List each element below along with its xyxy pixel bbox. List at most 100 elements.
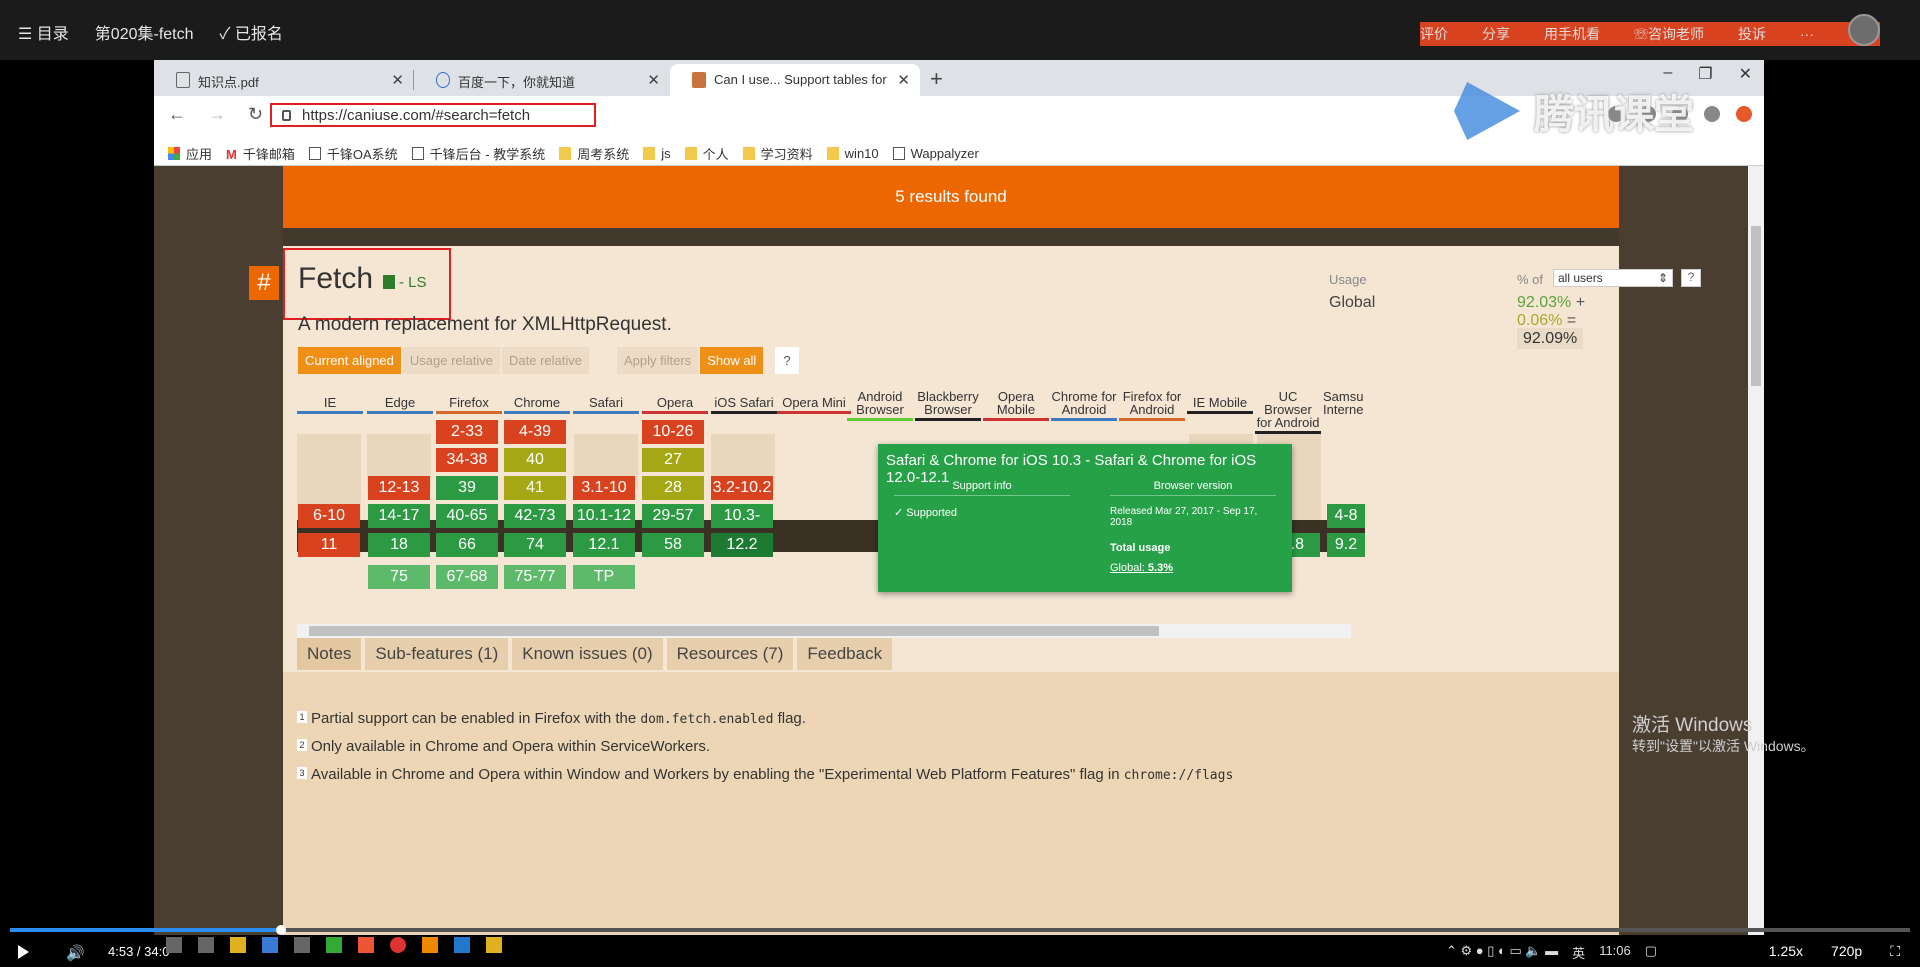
support-cell[interactable]: 75 xyxy=(368,565,430,589)
speed-button[interactable]: 1.25x xyxy=(1769,943,1803,960)
support-cell[interactable]: 41 xyxy=(504,476,566,500)
app-icon[interactable] xyxy=(326,937,342,953)
close-icon[interactable]: ✕ xyxy=(897,71,910,89)
app-icon[interactable] xyxy=(358,937,374,953)
bookmark[interactable]: 千锋OA系统 xyxy=(308,142,398,165)
support-cell[interactable]: 14-17 xyxy=(368,504,430,528)
browser-header: Opera xyxy=(642,396,708,414)
tab-feedback[interactable]: Feedback xyxy=(797,638,893,670)
back-icon[interactable]: ← xyxy=(168,104,186,125)
support-cell[interactable]: 9.2 xyxy=(1327,533,1365,557)
support-cell[interactable]: 40-65 xyxy=(436,504,498,528)
bookmark[interactable]: 千锋后台 - 教学系统 xyxy=(411,142,545,165)
support-cell[interactable]: 40 xyxy=(504,448,566,472)
tab-notes[interactable]: Notes xyxy=(297,638,362,670)
consult-teacher-button[interactable]: ☏咨询老师 xyxy=(1634,24,1704,44)
support-cell[interactable]: 10.1-12 xyxy=(573,504,635,528)
file-icon xyxy=(176,72,190,88)
app-icon[interactable] xyxy=(262,937,278,953)
support-cell[interactable]: 67-68 xyxy=(436,565,498,589)
support-cell[interactable]: 75-77 xyxy=(504,565,566,589)
support-cell[interactable]: 12.2 xyxy=(711,533,773,557)
support-cell[interactable]: TP xyxy=(573,565,635,589)
ime-indicator[interactable]: 英 xyxy=(1572,943,1585,962)
support-cell[interactable]: 39 xyxy=(436,476,498,500)
url-field[interactable]: https://caniuse.com/#search=fetch xyxy=(270,103,596,127)
bookmark[interactable]: 学习资料 xyxy=(742,142,813,165)
tab-resources[interactable]: Resources (7) xyxy=(666,638,794,670)
support-cell[interactable]: 2-33 xyxy=(436,420,498,444)
folder-icon[interactable] xyxy=(230,937,246,953)
support-cell[interactable]: 6-10 xyxy=(298,504,360,528)
support-cell[interactable]: 3.1-10 xyxy=(573,476,635,500)
app-icon[interactable] xyxy=(422,937,438,953)
new-tab-button[interactable]: + xyxy=(930,66,943,92)
share-button[interactable]: 分享 xyxy=(1482,24,1510,44)
bookmark[interactable]: Wappalyzer xyxy=(892,142,979,165)
apply-filters-button[interactable]: Apply filters xyxy=(616,347,699,374)
current-aligned-button[interactable]: Current aligned xyxy=(298,347,401,374)
support-cell[interactable]: 34-38 xyxy=(436,448,498,472)
browser-tab-active[interactable]: Can I use... Support tables for ✕ xyxy=(670,64,920,96)
support-cell[interactable]: 74 xyxy=(504,533,566,557)
support-cell[interactable]: 4-8 xyxy=(1327,504,1365,528)
support-cell[interactable]: 10.3-12.1 xyxy=(711,504,773,548)
browser-tab[interactable]: 知识点.pdf ✕ xyxy=(154,64,414,96)
date-relative-button[interactable]: Date relative xyxy=(502,347,589,374)
show-all-button[interactable]: Show all xyxy=(700,347,764,374)
filter-help-button[interactable]: ? xyxy=(775,347,799,374)
page-scrollbar[interactable] xyxy=(1748,166,1764,935)
support-cell[interactable]: 11 xyxy=(298,533,360,557)
notification-icon[interactable]: ▢ xyxy=(1645,943,1657,962)
support-cell[interactable]: 18 xyxy=(368,533,430,557)
play-icon[interactable] xyxy=(18,945,29,959)
vscode-icon[interactable] xyxy=(454,937,470,953)
quality-button[interactable]: 720p xyxy=(1831,943,1862,960)
close-icon[interactable]: ✕ xyxy=(647,71,660,89)
support-cell[interactable]: 42-73 xyxy=(504,504,566,528)
living-standard-badge[interactable]: - LS xyxy=(383,274,427,291)
usage-help-button[interactable]: ? xyxy=(1681,269,1701,287)
bookmark[interactable]: 个人 xyxy=(684,142,729,165)
catalog-button[interactable]: ☰ 目录 xyxy=(18,20,69,44)
bookmark[interactable]: js xyxy=(643,142,671,165)
progress-handle[interactable] xyxy=(276,925,286,935)
permalink-hash[interactable]: # xyxy=(249,266,279,300)
bookmark[interactable]: win10 xyxy=(826,142,879,165)
video-progress-bar[interactable] xyxy=(10,925,1910,935)
complain-button[interactable]: 投诉 xyxy=(1738,24,1766,44)
volume-icon[interactable]: 🔊 xyxy=(66,944,85,962)
support-cell[interactable]: 12.1 xyxy=(573,533,635,557)
support-cell[interactable]: 29-57 xyxy=(642,504,704,528)
support-cell[interactable]: 66 xyxy=(436,533,498,557)
usage-relative-button[interactable]: Usage relative xyxy=(402,347,500,374)
close-icon[interactable]: ✕ xyxy=(391,71,404,89)
avatar[interactable] xyxy=(1848,14,1880,46)
support-cell[interactable]: 27 xyxy=(642,448,704,472)
forward-icon[interactable]: → xyxy=(208,104,226,125)
support-cell[interactable]: 58 xyxy=(642,533,704,557)
support-cell[interactable]: 12-13 xyxy=(368,476,430,500)
fullscreen-icon[interactable]: ⛶ xyxy=(1890,943,1900,960)
users-select[interactable]: all users ⇕ xyxy=(1553,269,1673,287)
support-cell[interactable]: 3.2-10.2 xyxy=(711,476,773,500)
support-cell[interactable]: 10-26 xyxy=(642,420,704,444)
bookmark-apps[interactable]: 应用 xyxy=(168,142,212,165)
more-button[interactable]: ··· xyxy=(1800,26,1814,42)
browser-tab[interactable]: 百度一下，你就知道 ✕ xyxy=(414,64,670,96)
bookmark[interactable]: 周考系统 xyxy=(559,142,629,165)
reload-icon[interactable]: ↻ xyxy=(248,104,263,125)
table-scrollbar[interactable] xyxy=(297,624,1351,638)
tab-known-issues[interactable]: Known issues (0) xyxy=(512,638,663,670)
support-cell[interactable]: 28 xyxy=(642,476,704,500)
mobile-watch-button[interactable]: 用手机看 xyxy=(1544,24,1600,44)
app-icon[interactable] xyxy=(166,937,182,953)
rate-button[interactable]: 评价 xyxy=(1420,24,1448,44)
folder-icon[interactable] xyxy=(486,937,502,953)
chrome-icon[interactable] xyxy=(390,937,406,953)
support-cell[interactable]: 4-39 xyxy=(504,420,566,444)
tab-sub-features[interactable]: Sub-features (1) xyxy=(365,638,509,670)
bookmark[interactable]: M 千锋邮箱 xyxy=(226,142,295,165)
app-icon[interactable] xyxy=(198,937,214,953)
app-icon[interactable] xyxy=(294,937,310,953)
